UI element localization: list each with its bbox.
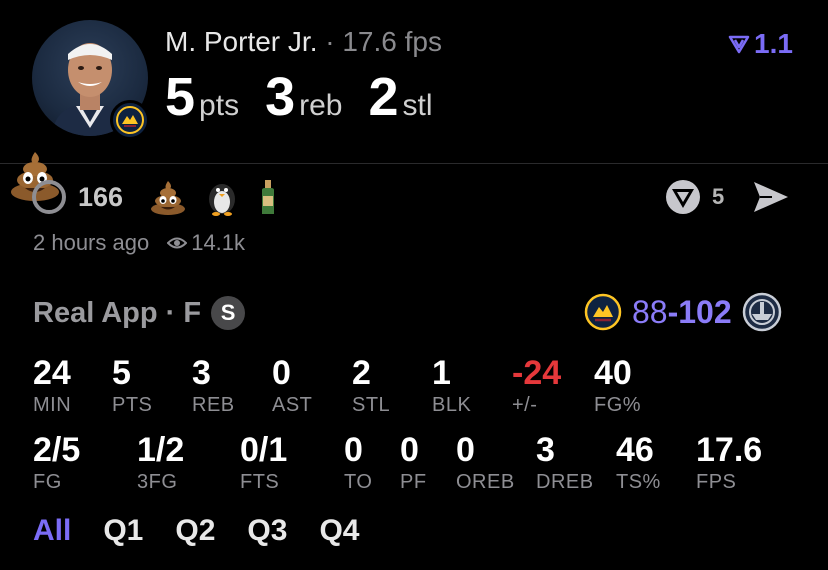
quarter-tabs: All Q1 Q2 Q3 Q4 [33, 514, 359, 548]
stat-label: FPS [696, 471, 737, 493]
reaction-count: 166 [78, 181, 124, 212]
stat-pts: 5 PTS [112, 354, 152, 416]
stat-label: REB [192, 394, 235, 416]
name-separator: · [325, 26, 335, 57]
trend-chevron-icon [728, 35, 750, 54]
stat-label: TS% [616, 471, 661, 493]
penguin-emoji-icon[interactable] [205, 178, 239, 216]
stat-label: PTS [112, 394, 153, 416]
headline-pts-label: pts [199, 89, 240, 122]
rating-value: 1.1 [754, 28, 793, 59]
player-fps: 17.6 fps [342, 26, 442, 57]
stat-label: TO [344, 471, 373, 493]
stat-oreb: 0 OREB [456, 431, 515, 493]
tab-q1[interactable]: Q1 [103, 514, 143, 548]
headline-stl-value: 2 [368, 67, 399, 127]
stat-fg-pct: 40 FG% [594, 354, 641, 416]
stat-label: PF [400, 471, 427, 493]
send-icon[interactable] [752, 180, 790, 214]
tab-q2[interactable]: Q2 [175, 514, 215, 548]
score-dash: - [667, 293, 679, 330]
status-badge: S [211, 296, 246, 330]
tab-q3[interactable]: Q3 [247, 514, 287, 548]
stat-label: MIN [33, 394, 72, 416]
game-label-text: Real App · F [33, 296, 202, 329]
headline-pts-value: 5 [165, 67, 196, 127]
post-meta: 2 hours ago 14.1k [33, 230, 245, 256]
tab-all[interactable]: All [33, 514, 71, 548]
stat-label: +/- [512, 394, 538, 416]
stat-value: 2/5 [33, 431, 81, 469]
views-count: 14.1k [191, 230, 246, 255]
opponent-logo-icon [742, 292, 781, 332]
stat-label: BLK [432, 394, 472, 416]
opponent-score: 102 [678, 293, 732, 330]
rating-badge[interactable]: 1.1 [728, 28, 793, 60]
stat-plus-minus: -24 +/- [512, 354, 561, 416]
stat-fps: 17.6 FPS [696, 431, 762, 493]
headline-stats: 5 pts 3 reb 2 stl [165, 66, 459, 128]
nuggets-logo-icon [584, 293, 622, 331]
stat-value: 17.6 [696, 431, 763, 469]
headline-stl-label: stl [402, 89, 433, 122]
stat-3fg: 1/2 3FG [137, 431, 184, 493]
rating-count: 5 [712, 184, 725, 209]
stat-value: 24 [33, 354, 71, 392]
views: 14.1k [167, 230, 245, 256]
player-name[interactable]: M. Porter Jr. · 17.6 fps [165, 26, 442, 58]
stat-value: 0 [456, 431, 475, 469]
time-ago: 2 hours ago [33, 230, 150, 255]
stat-label: FG [33, 471, 62, 493]
stat-value: 3 [536, 431, 555, 469]
tab-q4[interactable]: Q4 [319, 514, 359, 548]
stat-blk: 1 BLK [432, 354, 471, 416]
game-score[interactable]: 88 - 102 [584, 292, 782, 332]
stat-stl: 2 STL [352, 354, 390, 416]
stat-value: 3 [192, 354, 211, 392]
bottle-emoji-icon[interactable] [257, 178, 279, 216]
stat-reb: 3 REB [192, 354, 235, 416]
headline-reb-value: 3 [265, 67, 296, 127]
stat-value: 46 [616, 431, 654, 469]
stat-value: 0 [344, 431, 363, 469]
stat-pf: 0 PF [400, 431, 427, 493]
nuggets-logo-icon [110, 100, 150, 140]
reaction-add-icon[interactable] [30, 178, 68, 216]
stat-to: 0 TO [344, 431, 372, 493]
poop-emoji-icon[interactable] [149, 178, 187, 216]
stat-value: 0 [272, 354, 291, 392]
header-divider [0, 163, 828, 164]
player-name-text: M. Porter Jr. [165, 26, 318, 57]
eye-icon [167, 237, 188, 249]
stat-value: 0 [400, 431, 419, 469]
stat-value: 0/1 [240, 431, 288, 469]
team-score: 88 [632, 293, 668, 330]
stat-value: 2 [352, 354, 371, 392]
reactions-row: 166 [30, 176, 297, 218]
stat-value: 5 [112, 354, 131, 392]
stat-label: DREB [536, 471, 594, 493]
game-label[interactable]: Real App · F S [33, 296, 246, 330]
headline-reb-label: reb [299, 89, 343, 122]
stat-min: 24 MIN [33, 354, 71, 416]
stat-label: AST [272, 394, 313, 416]
stat-value: -24 [512, 354, 562, 392]
stat-value: 1/2 [137, 431, 185, 469]
stat-label: 3FG [137, 471, 178, 493]
stat-value: 40 [594, 354, 632, 392]
stat-label: OREB [456, 471, 515, 493]
stat-value: 1 [432, 354, 451, 392]
stat-dreb: 3 DREB [536, 431, 594, 493]
stat-label: STL [352, 394, 391, 416]
stat-fts: 0/1 FTS [240, 431, 287, 493]
stat-ts-pct: 46 TS% [616, 431, 661, 493]
rating-circle-icon[interactable] [664, 178, 702, 216]
stat-label: FG% [594, 394, 642, 416]
stat-fg: 2/5 FG [33, 431, 80, 493]
stat-ast: 0 AST [272, 354, 312, 416]
stat-label: FTS [240, 471, 280, 493]
post-actions: 5 [664, 178, 790, 216]
